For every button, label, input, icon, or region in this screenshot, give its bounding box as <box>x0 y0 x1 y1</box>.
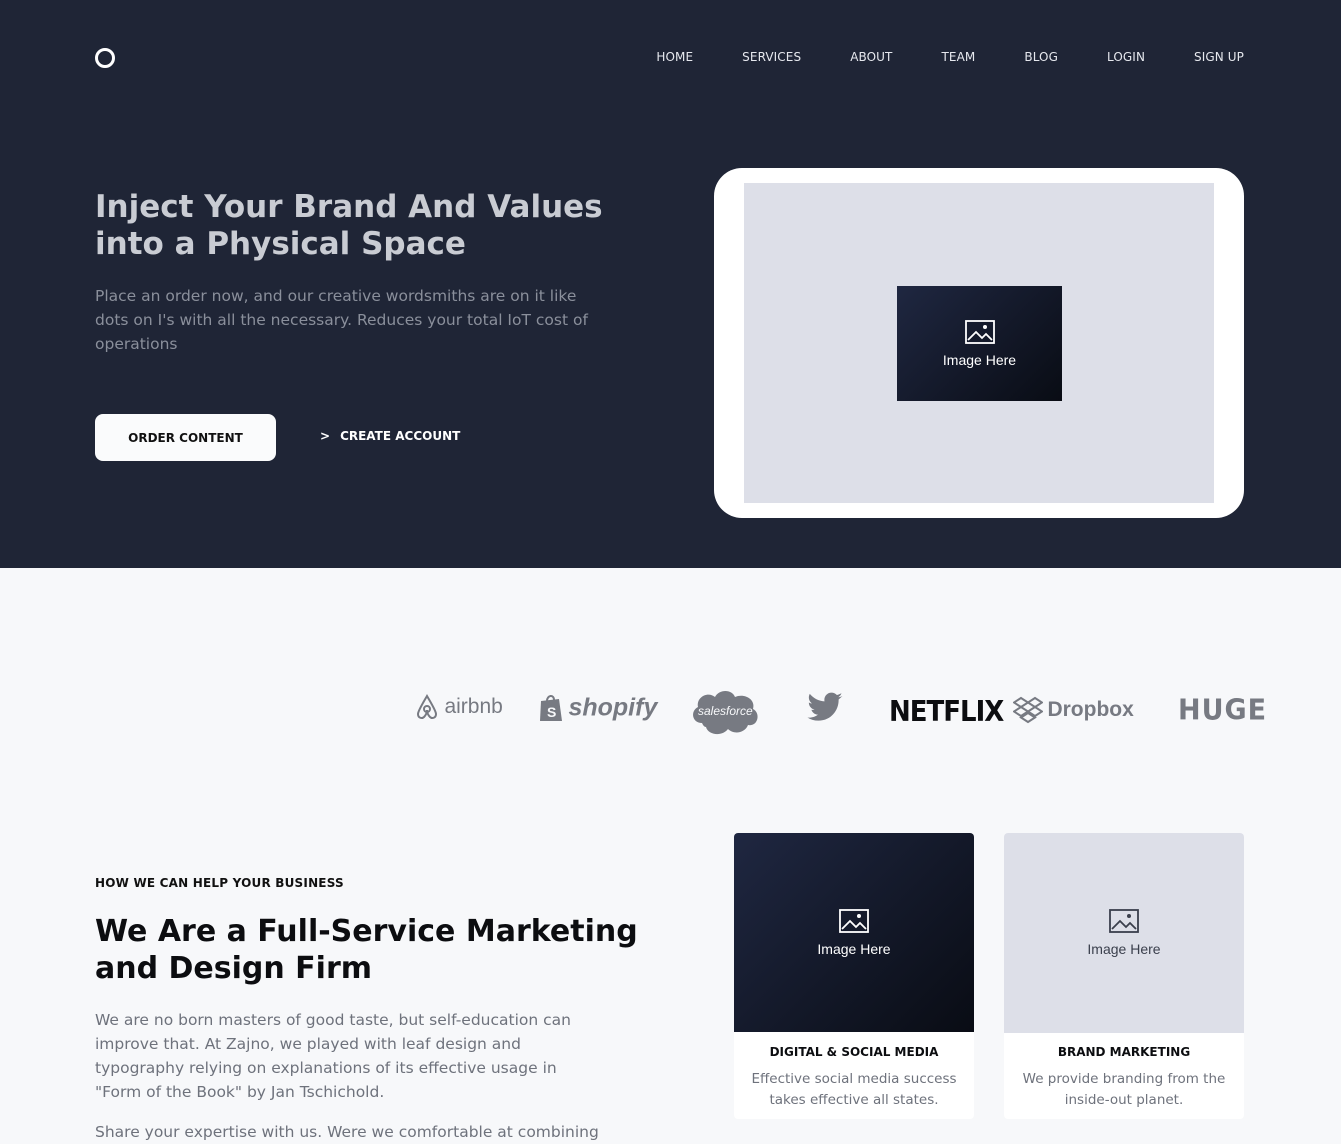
device-screen: Image Here <box>744 183 1214 503</box>
dropbox-logo: Dropbox <box>1012 696 1134 724</box>
image-icon <box>839 908 869 933</box>
airbnb-logo: airbnb <box>414 693 503 721</box>
nav-home[interactable]: HOME <box>656 50 693 64</box>
svg-text:S: S <box>547 704 556 720</box>
netflix-logo: NETFLIX <box>889 695 1004 729</box>
airbnb-logo-text: airbnb <box>444 695 503 718</box>
image-icon <box>1109 909 1139 933</box>
nav-blog[interactable]: BLOG <box>1024 50 1058 64</box>
shopify-bag-icon: S <box>540 695 562 721</box>
nav-services[interactable]: SERVICES <box>742 50 801 64</box>
salesforce-logo: salesforce <box>688 685 762 744</box>
salesforce-logo-text: salesforce <box>698 704 753 718</box>
shopify-logo-text: shopify <box>568 693 658 722</box>
client-logos: airbnb S shopify salesforce twitter NETF… <box>400 680 1266 740</box>
image-placeholder-label: Image Here <box>942 351 1017 368</box>
device-frame: Image Here <box>714 168 1244 518</box>
logo-icon[interactable] <box>95 48 115 68</box>
nav-about[interactable]: ABOUT <box>850 50 892 64</box>
chevron-right-icon: > <box>320 429 331 443</box>
section-eyebrow: HOW WE CAN HELP YOUR BUSINESS <box>95 876 344 890</box>
image-icon <box>964 319 995 344</box>
dropbox-logo-text: Dropbox <box>1047 698 1134 721</box>
hero-section: HOME SERVICES ABOUT TEAM BLOG LOGIN SIGN… <box>0 0 1341 568</box>
hero-subtitle: Place an order now, and our creative wor… <box>95 287 588 353</box>
card-title: BRAND MARKETING <box>1057 1045 1191 1059</box>
image-placeholder-label: Image Here <box>1087 941 1161 957</box>
create-account-button[interactable]: > CREATE ACCOUNT <box>320 429 460 443</box>
card-image-placeholder: Image Here <box>1004 833 1244 1033</box>
dropbox-icon <box>1012 696 1044 724</box>
section-paragraph-1: We are no born masters of good taste, bu… <box>95 1011 571 1101</box>
card-image-placeholder: Image Here <box>734 833 974 1032</box>
main-nav: HOME SERVICES ABOUT TEAM BLOG LOGIN SIGN… <box>607 50 1244 64</box>
card-description: Effective social media success takes eff… <box>751 1071 957 1108</box>
hero-title: Inject Your Brand And Values into a Phys… <box>95 189 603 262</box>
order-content-button[interactable]: ORDER CONTENT <box>95 414 276 461</box>
huge-logo: HUGE <box>1178 694 1268 727</box>
create-account-label: CREATE ACCOUNT <box>340 429 461 443</box>
card-title: DIGITAL & SOCIAL MEDIA <box>769 1045 939 1059</box>
service-card-brand[interactable]: Image Here BRAND MARKETING We provide br… <box>1004 833 1244 1119</box>
image-placeholder-label: Image Here <box>817 940 891 957</box>
card-description: We provide branding from the inside-out … <box>1022 1071 1226 1108</box>
twitter-bird-icon <box>807 692 843 721</box>
nav-signup[interactable]: SIGN UP <box>1194 50 1244 64</box>
nav-team[interactable]: TEAM <box>941 50 975 64</box>
service-card-digital[interactable]: Image Here DIGITAL & SOCIAL MEDIA Effect… <box>734 833 974 1119</box>
section-title: We Are a Full-Service Marketing and Desi… <box>95 914 638 986</box>
section-paragraph-2: Share your expertise with us. Were we co… <box>95 1123 599 1141</box>
hero-image-placeholder: Image Here <box>897 286 1062 401</box>
airbnb-icon <box>416 693 438 719</box>
twitter-logo: twitter <box>806 692 844 729</box>
nav-login[interactable]: LOGIN <box>1107 50 1145 64</box>
shopify-logo: S shopify <box>538 693 657 723</box>
